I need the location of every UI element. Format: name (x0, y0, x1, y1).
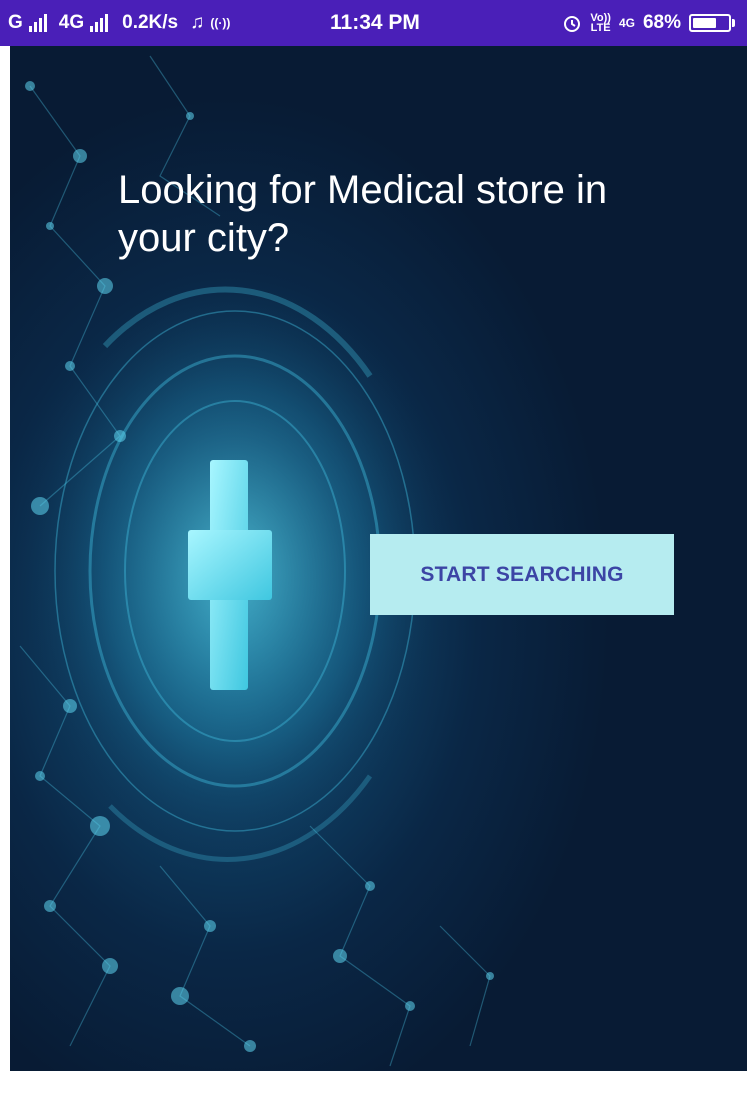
clock: 11:34 PM (330, 11, 420, 34)
background-image: Looking for Medical store in your city? … (10, 46, 747, 1071)
status-right: Vo)) LTE 4G 68% (562, 0, 735, 46)
music-note-icon: ♫ (190, 12, 205, 33)
status-left: G 4G 0.2K/s ♫ ((·)) (8, 12, 230, 34)
app-screen: G 4G 0.2K/s ♫ ((·)) 11:34 PM Vo)) LTE 4G… (0, 0, 747, 1099)
status-bar: G 4G 0.2K/s ♫ ((·)) 11:34 PM Vo)) LTE 4G… (0, 0, 747, 46)
hotspot-icon: ((·)) (210, 16, 231, 30)
start-searching-button[interactable]: START SEARCHING (370, 534, 674, 615)
network-g-label: G (8, 12, 23, 33)
network-4g-label: 4G (58, 12, 85, 33)
net-speed: 0.2K/s (122, 12, 179, 33)
headline-text: Looking for Medical store in your city? (118, 168, 608, 260)
alarm-icon (564, 16, 581, 32)
battery-percent: 68% (642, 12, 681, 33)
volte-indicator: Vo)) LTE (590, 12, 611, 34)
signal-icon (90, 14, 109, 32)
battery-icon (689, 14, 735, 32)
network-4g-indicator: 4G (618, 16, 635, 30)
signal-icon (28, 14, 47, 32)
